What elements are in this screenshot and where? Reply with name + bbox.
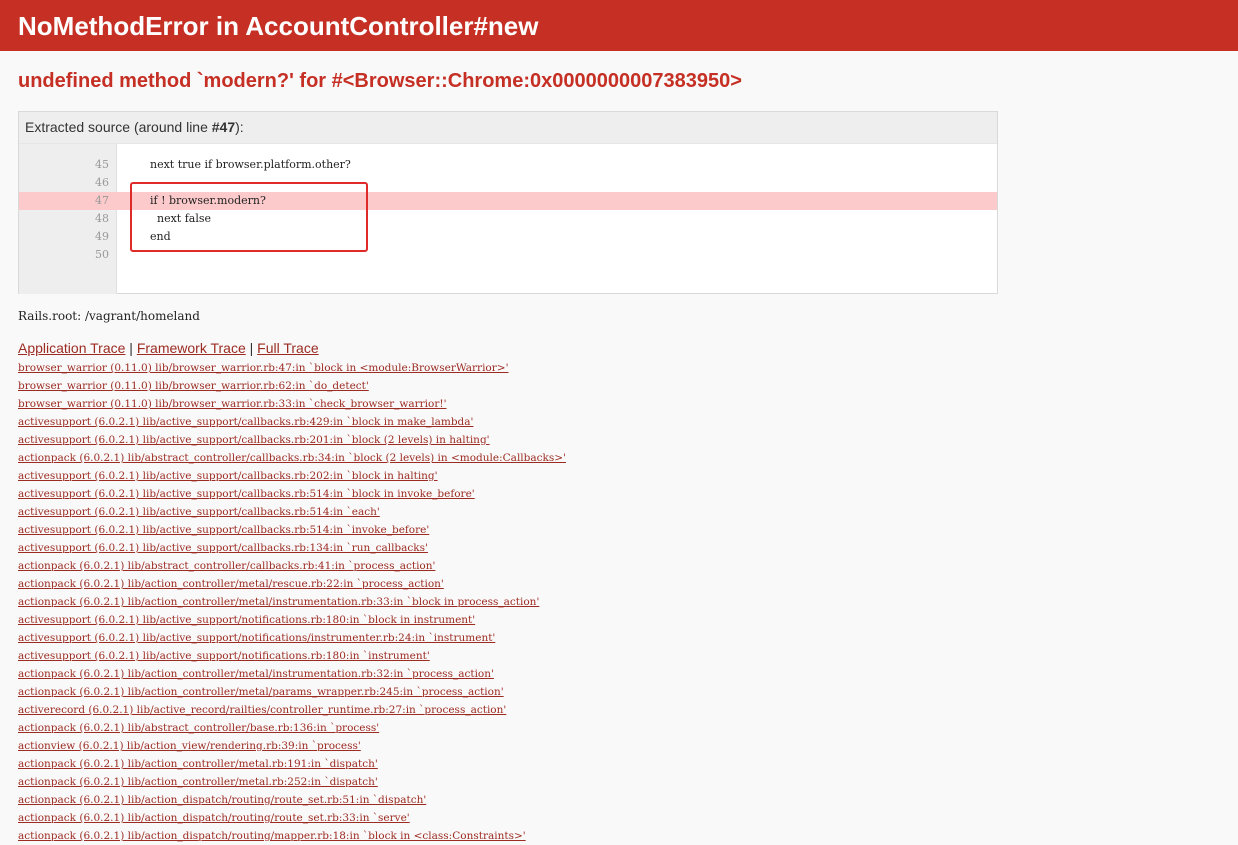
- trace-item[interactable]: actionpack (6.0.2.1) lib/action_controll…: [18, 755, 1220, 773]
- code-line: 45 next true if browser.platform.other?: [19, 156, 997, 174]
- trace-item[interactable]: actionview (6.0.2.1) lib/action_view/ren…: [18, 737, 1220, 755]
- trace-item[interactable]: actionpack (6.0.2.1) lib/action_controll…: [18, 683, 1220, 701]
- trace-item[interactable]: browser_warrior (0.11.0) lib/browser_war…: [18, 359, 1220, 377]
- code-text: next true if browser.platform.other?: [150, 158, 351, 171]
- tab-separator: |: [129, 340, 133, 356]
- line-number: 47: [95, 194, 109, 207]
- line-number: 48: [95, 212, 109, 225]
- page-title: NoMethodError in AccountController#new: [18, 11, 539, 41]
- trace-item[interactable]: activerecord (6.0.2.1) lib/active_record…: [18, 701, 1220, 719]
- extracted-source: Extracted source (around line #47): 45 n…: [18, 111, 998, 294]
- source-header-prefix: Extracted source (around line: [25, 119, 212, 135]
- trace-item[interactable]: actionpack (6.0.2.1) lib/action_controll…: [18, 665, 1220, 683]
- tab-framework-trace[interactable]: Framework Trace: [137, 340, 246, 356]
- main-content: undefined method `modern?' for #<Browser…: [0, 69, 1238, 845]
- tab-separator: |: [249, 340, 254, 356]
- trace-item[interactable]: actionpack (6.0.2.1) lib/action_controll…: [18, 575, 1220, 593]
- trace-item[interactable]: activesupport (6.0.2.1) lib/active_suppo…: [18, 503, 1220, 521]
- line-number: 46: [95, 176, 109, 189]
- trace-item[interactable]: actionpack (6.0.2.1) lib/abstract_contro…: [18, 719, 1220, 737]
- source-body: 45 next true if browser.platform.other? …: [19, 144, 997, 294]
- error-message: undefined method `modern?' for #<Browser…: [18, 70, 742, 92]
- trace-item[interactable]: activesupport (6.0.2.1) lib/active_suppo…: [18, 629, 1220, 647]
- trace-item[interactable]: actionpack (6.0.2.1) lib/action_dispatch…: [18, 809, 1220, 827]
- trace-item[interactable]: activesupport (6.0.2.1) lib/active_suppo…: [18, 539, 1220, 557]
- source-header-suffix: ):: [235, 119, 244, 135]
- source-header: Extracted source (around line #47):: [19, 112, 997, 144]
- trace-item[interactable]: activesupport (6.0.2.1) lib/active_suppo…: [18, 413, 1220, 431]
- trace-item[interactable]: actionpack (6.0.2.1) lib/abstract_contro…: [18, 557, 1220, 575]
- tab-full-trace[interactable]: Full Trace: [257, 340, 318, 356]
- trace-item[interactable]: actionpack (6.0.2.1) lib/action_dispatch…: [18, 827, 1220, 845]
- trace-item[interactable]: actionpack (6.0.2.1) lib/abstract_contro…: [18, 449, 1220, 467]
- trace-item[interactable]: activesupport (6.0.2.1) lib/active_suppo…: [18, 521, 1220, 539]
- trace-item[interactable]: browser_warrior (0.11.0) lib/browser_war…: [18, 395, 1220, 413]
- highlight-annotation-box: [130, 182, 368, 252]
- error-header: NoMethodError in AccountController#new: [0, 0, 1238, 51]
- line-number: 50: [95, 248, 109, 261]
- line-number: 49: [95, 230, 109, 243]
- tab-application-trace[interactable]: Application Trace: [18, 340, 125, 356]
- trace-tabs: Application Trace | Framework Trace | Fu…: [18, 339, 1220, 357]
- trace-item[interactable]: actionpack (6.0.2.1) lib/action_controll…: [18, 593, 1220, 611]
- trace-list: browser_warrior (0.11.0) lib/browser_war…: [18, 359, 1220, 845]
- trace-item[interactable]: activesupport (6.0.2.1) lib/active_suppo…: [18, 611, 1220, 629]
- trace-item[interactable]: activesupport (6.0.2.1) lib/active_suppo…: [18, 467, 1220, 485]
- trace-item[interactable]: actionpack (6.0.2.1) lib/action_controll…: [18, 773, 1220, 791]
- trace-item[interactable]: activesupport (6.0.2.1) lib/active_suppo…: [18, 647, 1220, 665]
- trace-item[interactable]: actionpack (6.0.2.1) lib/action_dispatch…: [18, 791, 1220, 809]
- trace-item[interactable]: browser_warrior (0.11.0) lib/browser_war…: [18, 377, 1220, 395]
- line-number: 45: [95, 158, 109, 171]
- source-header-line: #47: [211, 119, 236, 135]
- rails-root: Rails.root: /vagrant/homeland: [18, 309, 200, 323]
- trace-item[interactable]: activesupport (6.0.2.1) lib/active_suppo…: [18, 485, 1220, 503]
- trace-item[interactable]: activesupport (6.0.2.1) lib/active_suppo…: [18, 431, 1220, 449]
